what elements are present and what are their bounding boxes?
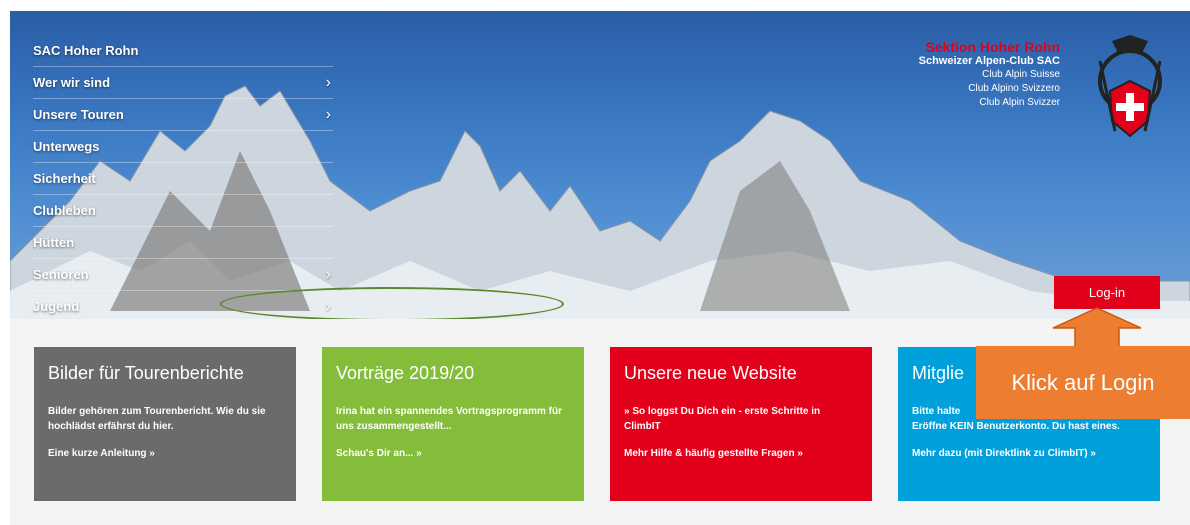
card-text: Irina hat ein spannendes Vortragsprogram… — [336, 406, 562, 432]
club-name: Schweizer Alpen-Club SAC — [918, 55, 1060, 67]
annotation-callout: Klick auf Login — [976, 346, 1190, 419]
nav-item-huetten[interactable]: Hütten — [33, 227, 333, 259]
section-branding: Sektion Hoher Rohn Schweizer Alpen-Club … — [919, 40, 1060, 110]
highlight-ellipse — [220, 287, 564, 321]
chevron-right-icon: › — [325, 265, 331, 283]
nav-item-label: Jugend — [33, 299, 80, 314]
card-tourenberichte[interactable]: Bilder für Tourenberichte Bilder gehören… — [34, 347, 296, 501]
hero-banner: SAC Hoher Rohn Wer wir sind › Unsere Tour… — [10, 11, 1190, 319]
club-name-fr: Club Alpin Suisse — [982, 69, 1060, 80]
card-title: Unsere neue Website — [624, 363, 797, 383]
arrow-up-icon — [1052, 307, 1142, 349]
card-vortraege[interactable]: Vorträge 2019/20 Irina hat ein spannende… — [322, 347, 584, 501]
nav-item-label: Unterwegs — [33, 139, 100, 154]
card-text-2: Eröffne KEIN Benutzerkonto. Du hast eine… — [912, 421, 1120, 432]
nav-item-sac-hoher-rohn[interactable]: SAC Hoher Rohn — [33, 35, 333, 67]
card-text: Bilder gehören zum Tourenbericht. Wie du… — [48, 406, 266, 432]
nav-item-label: Wer wir sind — [33, 75, 111, 90]
card-website[interactable]: Unsere neue Website » So loggst Du Dich … — [610, 347, 872, 501]
nav-item-clubleben[interactable]: Clubleben — [33, 195, 333, 227]
nav-item-sicherheit[interactable]: Sicherheit — [33, 163, 333, 195]
nav-item-label: Clubleben — [33, 203, 96, 218]
card-link[interactable]: Mehr Hilfe & häufig gestellte Fragen » — [624, 448, 858, 459]
sac-logo[interactable] — [1090, 31, 1170, 146]
chevron-right-icon: › — [325, 105, 331, 123]
nav-item-unterwegs[interactable]: Unterwegs — [33, 131, 333, 163]
nav-item-label: Sicherheit — [33, 171, 96, 186]
card-link[interactable]: Schau's Dir an... » — [336, 448, 570, 459]
nav-item-label: Hütten — [33, 235, 75, 250]
card-link[interactable]: Eine kurze Anleitung » — [48, 448, 282, 459]
nav-item-label: Senioren — [33, 267, 89, 282]
section-title: Sektion Hoher Rohn — [925, 39, 1060, 55]
nav-item-label: SAC Hoher Rohn — [33, 43, 139, 58]
nav-item-wer-wir-sind[interactable]: Wer wir sind › — [33, 67, 333, 99]
nav-item-label: Unsere Touren — [33, 107, 124, 122]
club-name-rm: Club Alpin Svizzer — [979, 97, 1060, 108]
main-navigation: SAC Hoher Rohn Wer wir sind › Unsere Tour… — [33, 35, 333, 319]
card-text: » So loggst Du Dich ein - erste Schritte… — [624, 406, 821, 432]
club-name-it: Club Alpino Svizzero — [968, 83, 1060, 94]
card-link[interactable]: Mehr dazu (mit Direktlink zu ClimbIT) » — [912, 448, 1146, 459]
card-title: Bilder für Tourenberichte — [48, 363, 244, 383]
chevron-right-icon: › — [325, 73, 331, 91]
card-title: Vorträge 2019/20 — [336, 363, 475, 383]
nav-item-senioren[interactable]: Senioren › — [33, 259, 333, 291]
nav-item-unsere-touren[interactable]: Unsere Touren › — [33, 99, 333, 131]
login-button[interactable]: Log-in — [1054, 276, 1160, 309]
